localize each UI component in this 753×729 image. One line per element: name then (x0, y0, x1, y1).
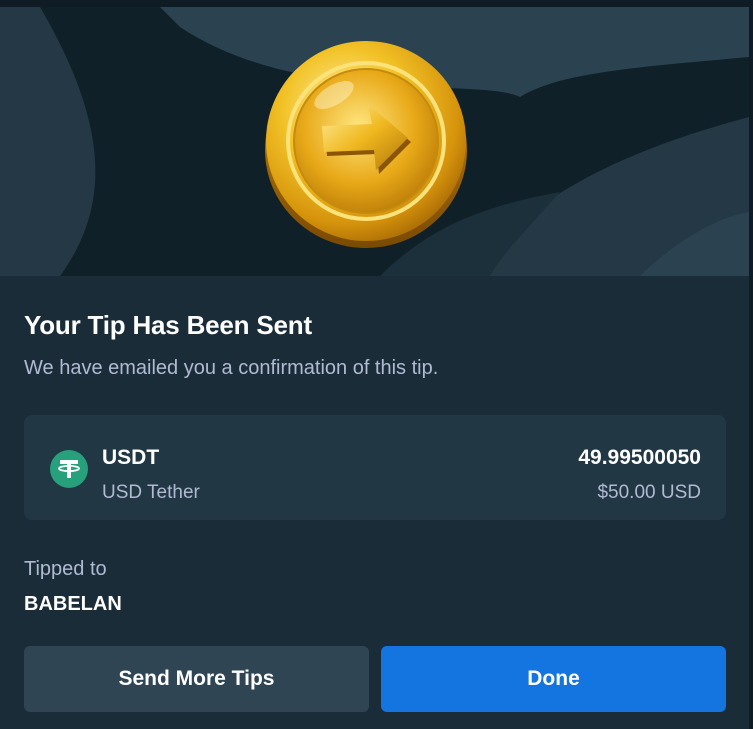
gold-coin-arrow-icon (265, 41, 467, 248)
recipient-username: BABELAN (24, 593, 122, 615)
backdrop-right (749, 0, 753, 729)
send-more-tips-button[interactable]: Send More Tips (24, 646, 369, 712)
confirmation-title: Your Tip Has Been Sent (24, 310, 312, 340)
tip-sent-modal: Your Tip Has Been Sent We have emailed y… (0, 7, 749, 729)
token-symbol: USDT (102, 446, 160, 469)
backdrop-top (0, 0, 753, 7)
token-name: USD Tether (102, 482, 200, 503)
done-button[interactable]: Done (381, 646, 726, 712)
tether-icon (50, 450, 88, 488)
confirmation-subtitle: We have emailed you a confirmation of th… (24, 357, 439, 379)
token-amount: 49.99500050 (578, 446, 701, 469)
tip-amount-card: USDT USD Tether 49.99500050 $50.00 USD (24, 415, 726, 520)
token-fiat-value: $50.00 USD (597, 482, 701, 503)
hero-banner (0, 7, 749, 276)
tipped-to-label: Tipped to (24, 558, 107, 580)
